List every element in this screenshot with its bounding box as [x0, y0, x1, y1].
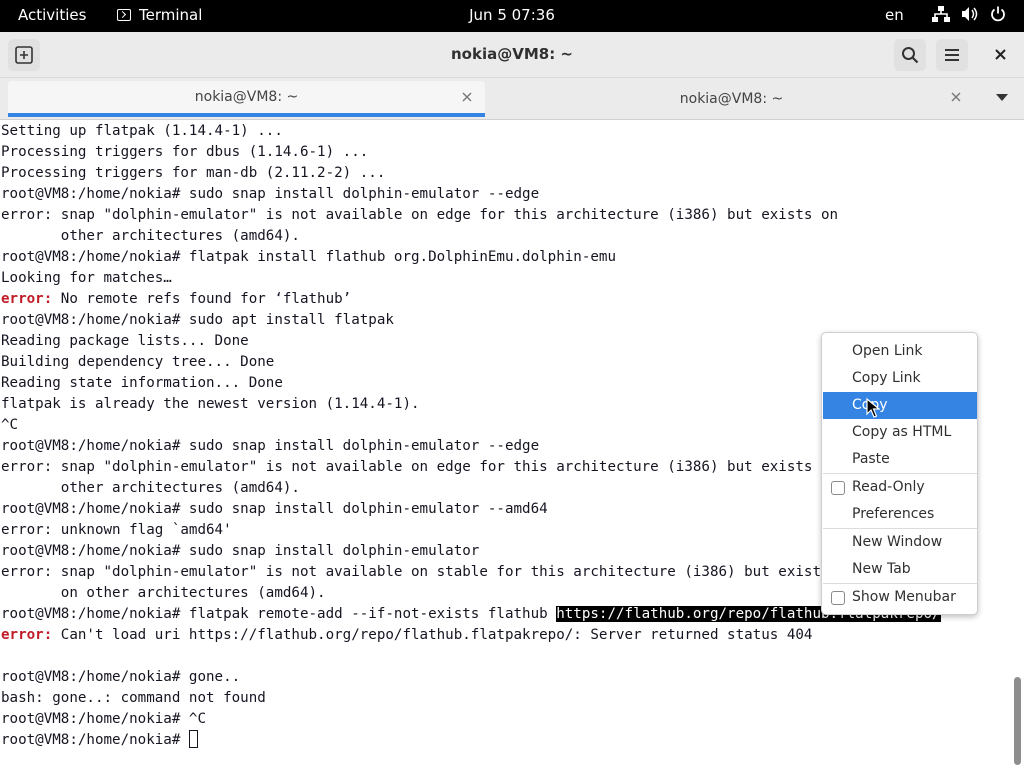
- terminal-line: bash: gone..: command not found: [1, 690, 266, 706]
- search-button[interactable]: [894, 39, 926, 71]
- menu-item-show-menubar[interactable]: Show Menubar: [823, 584, 977, 611]
- error-message: No remote refs found for ‘flathub’: [52, 291, 352, 307]
- menu-item-new-tab[interactable]: New Tab: [823, 556, 977, 583]
- top-bar: Activities Terminal Jun 5 07:36 en: [0, 0, 1024, 32]
- tab-label: nokia@VM8: ~: [679, 91, 784, 107]
- menu-item-read-only[interactable]: Read-Only: [823, 474, 977, 501]
- volume-icon: [962, 7, 978, 21]
- scrollbar[interactable]: [1010, 120, 1024, 768]
- show-menubar-checkbox[interactable]: [831, 591, 845, 605]
- menu-item-preferences[interactable]: Preferences: [823, 501, 977, 528]
- hamburger-menu-icon: [945, 49, 959, 61]
- search-icon: [902, 47, 919, 64]
- menu-item-copy[interactable]: Copy: [823, 392, 977, 419]
- read-only-checkbox[interactable]: [831, 481, 845, 495]
- menu-item-paste[interactable]: Paste: [823, 446, 977, 473]
- terminal-line: Looking for matches…: [1, 270, 172, 286]
- error-label: error:: [1, 291, 53, 307]
- error-label: error:: [1, 627, 53, 643]
- terminal-line: error: No remote refs found for ‘flathub…: [1, 289, 1010, 310]
- tab-list-dropdown-icon[interactable]: [996, 94, 1008, 101]
- power-icon: [991, 6, 1005, 22]
- tab-bar: nokia@VM8: ~ nokia@VM8: ~: [0, 78, 1024, 120]
- terminal-line: root@VM8:/home/nokia# gone..: [1, 669, 241, 685]
- menu-button[interactable]: [936, 39, 968, 71]
- show-menubar-label: Show Menubar: [852, 589, 956, 605]
- scrollbar-thumb[interactable]: [1014, 677, 1021, 765]
- language-indicator[interactable]: en: [885, 6, 904, 24]
- system-tray[interactable]: [932, 6, 1006, 22]
- command-text: root@VM8:/home/nokia# flatpak remote-add…: [1, 606, 557, 622]
- mouse-pointer-icon: [866, 398, 880, 418]
- close-tab-icon[interactable]: [950, 91, 962, 103]
- terminal-line: root@VM8:/home/nokia# sudo apt install f…: [1, 312, 394, 328]
- menu-item-copy-link[interactable]: Copy Link: [823, 365, 977, 392]
- terminal-line: root@VM8:/home/nokia#: [1, 730, 1010, 751]
- terminal-line: root@VM8:/home/nokia# flatpak install fl…: [1, 249, 616, 265]
- shell-prompt: root@VM8:/home/nokia#: [1, 732, 189, 748]
- terminal-line: Processing triggers for dbus (1.14.6-1) …: [1, 144, 369, 160]
- close-icon: [994, 48, 1006, 60]
- menu-item-new-window[interactable]: New Window: [823, 529, 977, 556]
- menu-item-copy-as-html[interactable]: Copy as HTML: [823, 419, 977, 446]
- window-title: nokia@VM8: ~: [451, 45, 573, 63]
- terminal-line: error: snap "dolphin-emulator" is not av…: [1, 207, 839, 223]
- menu-item-open-link[interactable]: Open Link: [823, 338, 977, 365]
- tab-1[interactable]: nokia@VM8: ~: [8, 81, 485, 117]
- close-tab-icon[interactable]: [461, 91, 473, 103]
- terminal-line: root@VM8:/home/nokia# ^C: [1, 711, 206, 727]
- terminal-line: other architectures (amd64).: [1, 228, 300, 244]
- error-message: Can't load uri https://flathub.org/repo/…: [52, 627, 813, 643]
- tab-2[interactable]: nokia@VM8: ~: [489, 81, 974, 117]
- terminal-line: error: Can't load uri https://flathub.or…: [1, 625, 1010, 646]
- terminal-line: Setting up flatpak (1.14.4-1) ...: [1, 123, 283, 139]
- context-menu: Open Link Copy Link Copy Copy as HTML Pa…: [821, 332, 978, 615]
- network-icon: [932, 6, 950, 22]
- window-header: nokia@VM8: ~: [0, 32, 1024, 78]
- terminal-line: root@VM8:/home/nokia# sudo snap install …: [1, 186, 540, 202]
- close-window-button[interactable]: [990, 44, 1010, 64]
- clock[interactable]: Jun 5 07:36: [0, 6, 1024, 24]
- text-cursor: [188, 730, 198, 748]
- terminal-line: Processing triggers for man-db (2.11.2-2…: [1, 165, 386, 181]
- tab-label: nokia@VM8: ~: [194, 89, 299, 105]
- read-only-label: Read-Only: [852, 479, 925, 495]
